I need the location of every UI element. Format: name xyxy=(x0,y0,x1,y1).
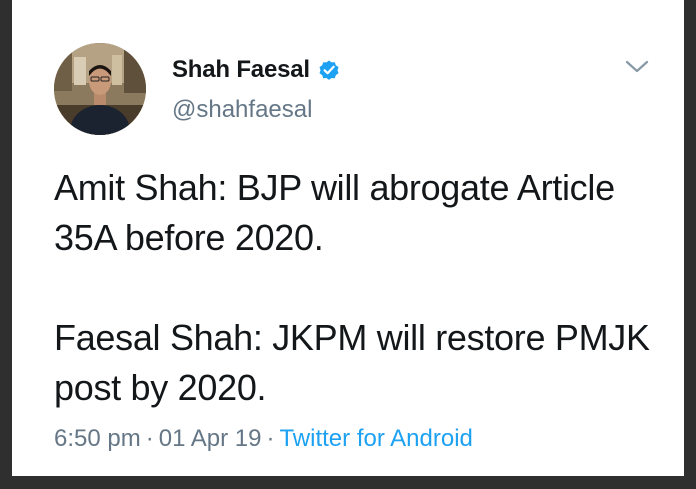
screenshot-frame: Shah Faesal @shahfaesal Amit Shah: BJP w… xyxy=(0,0,696,489)
tweet-text-paragraph: Amit Shah: BJP will abrogate Article 35A… xyxy=(54,167,615,258)
tweet-date[interactable]: 01 Apr 19 xyxy=(159,425,262,452)
meta-separator: · xyxy=(145,425,154,452)
verified-badge-icon xyxy=(317,58,341,82)
avatar[interactable] xyxy=(54,43,146,135)
avatar-image xyxy=(54,43,146,135)
tweet-time[interactable]: 6:50 pm xyxy=(54,425,141,452)
tweet-metadata: 6:50 pm · 01 Apr 19 · Twitter for Android xyxy=(54,425,473,453)
meta-separator: · xyxy=(266,425,275,452)
tweet-text-paragraph: Faesal Shah: JKPM will restore PMJK post… xyxy=(54,317,650,408)
display-name[interactable]: Shah Faesal xyxy=(172,56,310,84)
tweet-text: Amit Shah: BJP will abrogate Article 35A… xyxy=(54,163,664,413)
tweet-source-link[interactable]: Twitter for Android xyxy=(279,425,472,452)
chevron-down-icon[interactable] xyxy=(622,55,652,77)
author-handle[interactable]: @shahfaesal xyxy=(172,96,312,124)
author-name-row: Shah Faesal xyxy=(172,55,341,85)
tweet-card[interactable]: Shah Faesal @shahfaesal Amit Shah: BJP w… xyxy=(12,0,684,476)
